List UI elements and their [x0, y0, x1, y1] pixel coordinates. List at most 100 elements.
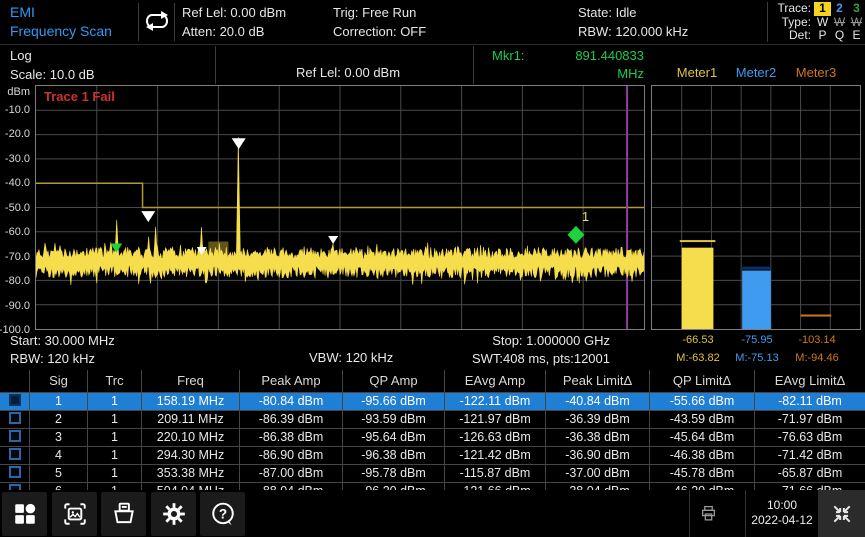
- correction-text: Correction: OFF: [333, 22, 426, 41]
- cell-peak-amp: -86.90 dBm: [240, 447, 343, 464]
- cell-peak-amp: -88.04 dBm: [240, 483, 343, 490]
- row-checkbox[interactable]: [9, 412, 21, 424]
- cell-eavg-limit-: -65.87 dBm: [755, 465, 865, 482]
- marker1-number-label: 1: [582, 209, 589, 224]
- time-text: 10:00: [748, 498, 816, 513]
- meter1-max-value: M:-63.82: [667, 352, 729, 365]
- cell-sig: 5: [30, 465, 88, 482]
- header-bar: EMI Frequency Scan Ref Lel: 0.00 dBm Att…: [0, 0, 865, 45]
- trace-selector-num-label: Trace:: [771, 2, 811, 16]
- log-text: Log: [10, 46, 95, 65]
- save-file-button[interactable]: [101, 492, 146, 536]
- cell-trc: 1: [88, 393, 142, 410]
- table-row[interactable]: 11158.19 MHz-80.84 dBm-95.66 dBm-122.11 …: [0, 392, 865, 410]
- spectrum-plot: Trace 1 Fail 1: [35, 85, 645, 330]
- cell-trc: 1: [88, 447, 142, 464]
- continuous-sweep-loop-icon[interactable]: [143, 10, 171, 37]
- clock[interactable]: 10:00 2022-04-12: [748, 498, 816, 528]
- trig-text: Trig: Free Run: [333, 3, 426, 22]
- column-header: EAvg Amp: [445, 370, 546, 392]
- table-row[interactable]: 41294.30 MHz-86.90 dBm-96.38 dBm-121.42 …: [0, 446, 865, 464]
- meter3-readout: -103.14 M:-94.46: [786, 332, 848, 365]
- cell-qp-limit-: -46.20 dBm: [650, 483, 755, 490]
- trace-1-num[interactable]: 1: [814, 2, 831, 16]
- cell-eavg-limit-: -71.42 dBm: [755, 447, 865, 464]
- cell-qp-amp: -96.20 dBm: [343, 483, 445, 490]
- trace-selector-type-label: Type:: [771, 16, 811, 30]
- signal-marker-white-triangle: [328, 236, 338, 244]
- trace-3-type: W: [848, 16, 865, 30]
- column-header: QP Amp: [343, 370, 445, 392]
- cell-peak-amp: -86.38 dBm: [240, 429, 343, 446]
- meter3-max-line: [801, 315, 832, 317]
- ref-atten-readout: Ref Lel: 0.00 dBm Atten: 20.0 dB: [182, 3, 286, 41]
- app-title: EMI Frequency Scan: [10, 3, 112, 41]
- state-text: State: Idle: [578, 3, 688, 22]
- trace-3-num[interactable]: 3: [848, 2, 865, 16]
- cell-peak-limit-: -40.84 dBm: [546, 393, 650, 410]
- signal-marker-white-triangle: [232, 138, 246, 149]
- ref-level-text: Ref Lel: 0.00 dBm: [182, 3, 286, 22]
- cell-peak-limit-: -36.90 dBm: [546, 447, 650, 464]
- start-frequency-text: Start: 30.000 MHz: [10, 332, 115, 350]
- cell-qp-amp: -95.66 dBm: [343, 393, 445, 410]
- apps-grid-button[interactable]: [2, 492, 47, 536]
- cell-peak-amp: -80.84 dBm: [240, 393, 343, 410]
- checkbox-cell: [0, 411, 30, 428]
- cell-peak-limit-: -37.00 dBm: [546, 465, 650, 482]
- bottom-toolbar: ? 10:00 2022-04-12: [0, 490, 865, 537]
- header-divider: [138, 3, 139, 41]
- checkbox-cell: [0, 393, 30, 410]
- table-row[interactable]: 21209.11 MHz-86.39 dBm-93.59 dBm-121.97 …: [0, 410, 865, 428]
- signal-table-header-row: SigTrcFreqPeak AmpQP AmpEAvg AmpPeak Lim…: [0, 370, 865, 392]
- table-row[interactable]: 51353.38 MHz-87.00 dBm-95.78 dBm-115.87 …: [0, 464, 865, 482]
- sweep-time-text: SWT:408 ms, pts:12001: [410, 350, 610, 368]
- subheader-bar: Log Scale: 10.0 dB Ref Lel: 0.00 dBm Mkr…: [0, 45, 865, 85]
- rbw-status-text: RBW: 120 kHz: [10, 350, 115, 368]
- meter1-max-line: [680, 240, 716, 242]
- cell-peak-limit-: -36.39 dBm: [546, 411, 650, 428]
- meter3-value: -103.14: [786, 334, 848, 347]
- row-checkbox[interactable]: [9, 448, 21, 460]
- cell-freq: 504.04 MHz: [142, 483, 240, 490]
- settings-button[interactable]: [151, 492, 196, 536]
- app-title-line1: EMI: [10, 3, 112, 22]
- cell-eavg-amp: -121.97 dBm: [445, 411, 546, 428]
- trace-selector[interactable]: Trace:123Type:WWWDet:PQE: [771, 2, 865, 43]
- cell-peak-limit-: -38.04 dBm: [546, 483, 650, 490]
- y-axis-tick: -60.0: [5, 225, 30, 239]
- signal-table: SigTrcFreqPeak AmpQP AmpEAvg AmpPeak Lim…: [0, 370, 865, 490]
- meter-bars-panel: [651, 85, 861, 330]
- cell-peak-limit-: -36.38 dBm: [546, 429, 650, 446]
- trace-1-det: P: [814, 29, 831, 43]
- trace-2-type: W: [831, 16, 848, 30]
- column-header: Peak Amp: [240, 370, 343, 392]
- meter2-label: Meter2: [726, 65, 786, 80]
- cell-qp-amp: -95.78 dBm: [343, 465, 445, 482]
- trace-2-num[interactable]: 2: [831, 2, 848, 16]
- cell-trc: 1: [88, 483, 142, 490]
- meter3-max-value: M:-94.46: [786, 352, 848, 365]
- row-checkbox[interactable]: [9, 466, 21, 478]
- cell-eavg-limit-: -71.97 dBm: [755, 411, 865, 428]
- trace-1-type: W: [814, 16, 831, 30]
- collapse-fullscreen-button[interactable]: [818, 490, 865, 537]
- row-checkbox[interactable]: [9, 394, 21, 406]
- row-checkbox[interactable]: [9, 430, 21, 442]
- settings-gear-icon: [161, 501, 187, 527]
- table-row[interactable]: 61504.04 MHz-88.04 dBm-96.20 dBm-121.66 …: [0, 482, 865, 490]
- cell-sig: 4: [30, 447, 88, 464]
- y-axis-tick: -10.0: [5, 103, 30, 117]
- screenshot-button[interactable]: [52, 492, 97, 536]
- state-rbw-readout: State: Idle RBW: 120.000 kHz: [578, 3, 688, 41]
- cell-qp-limit-: -45.64 dBm: [650, 429, 755, 446]
- stop-frequency-text: Stop: 1.000000 GHz: [410, 332, 610, 350]
- cell-sig: 2: [30, 411, 88, 428]
- help-button[interactable]: ?: [200, 492, 245, 536]
- marker1-diamond[interactable]: [567, 226, 584, 244]
- cell-qp-limit-: -45.78 dBm: [650, 465, 755, 482]
- cell-qp-limit-: -46.38 dBm: [650, 447, 755, 464]
- atten-text: Atten: 20.0 dB: [182, 22, 286, 41]
- trace-2-det: Q: [831, 29, 848, 43]
- table-row[interactable]: 31220.10 MHz-86.38 dBm-95.64 dBm-126.63 …: [0, 428, 865, 446]
